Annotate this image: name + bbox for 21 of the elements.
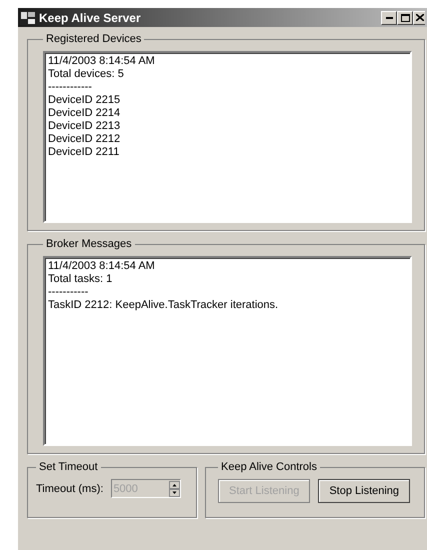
list-box[interactable]: 11/4/2003 8:14:54 AM Total devices: 5 ------------ DeviceID 2215 DeviceID 2214 DeviceID 2213 DeviceID 2212 DeviceID 2211 — [43, 51, 412, 223]
list-item: TaskID 2212: KeepAlive.TaskTracker iterations. — [48, 299, 280, 312]
window-title: Keep Alive Server — [39, 10, 142, 24]
list-item: ------------ — [48, 81, 93, 94]
list-item: Total devices: 5 — [48, 68, 125, 81]
group-title: Broker Messages — [45, 238, 133, 250]
list-item: 11/4/2003 8:14:54 AM — [48, 260, 156, 273]
group-title: Registered Devices — [45, 33, 142, 45]
field-label: Timeout (ms): — [36, 482, 104, 494]
list-item: DeviceID 2215 — [48, 94, 122, 107]
list-item: ----------- — [48, 286, 90, 299]
list-item: DeviceID 2212 — [48, 133, 122, 146]
group-title: Keep Alive Controls — [220, 461, 318, 473]
list-item: Total tasks: 1 — [48, 273, 114, 286]
list-item: DeviceID 2211 — [48, 146, 120, 159]
list-box[interactable]: 11/4/2003 8:14:54 AM Total tasks: 1 ----------- TaskID 2212: KeepAlive.TaskTracker iterations. — [43, 256, 412, 446]
group-title: Set Timeout — [38, 461, 99, 473]
list-item: DeviceID 2213 — [48, 120, 122, 133]
action-button[interactable]: Stop Listening — [318, 479, 410, 503]
list-item: 11/4/2003 8:14:54 AM — [48, 55, 156, 68]
list-item: DeviceID 2214 — [48, 107, 122, 120]
